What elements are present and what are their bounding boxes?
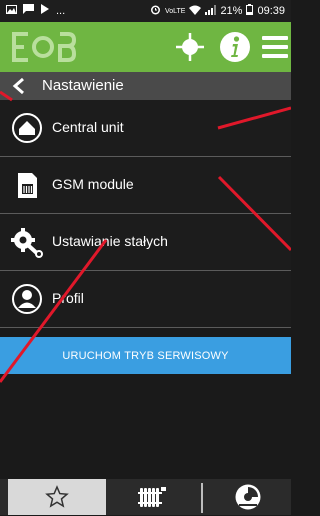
app-bar xyxy=(0,22,291,72)
tab-regulator[interactable] xyxy=(205,479,291,515)
tab-separator xyxy=(201,483,203,513)
tab-favorites[interactable] xyxy=(8,479,106,515)
back-chevron-icon[interactable] xyxy=(10,77,28,95)
dial-icon xyxy=(234,483,262,516)
title-bar: Nastawienie xyxy=(0,72,291,100)
play-icon xyxy=(40,4,50,17)
menu-item-label: Ustawianie stałych xyxy=(52,233,168,249)
radiator-icon xyxy=(138,485,168,514)
menu-item-gsm-module[interactable]: GSM module xyxy=(0,157,291,214)
home-icon xyxy=(11,112,43,144)
menu-icon[interactable] xyxy=(259,31,291,63)
bottom-nav xyxy=(0,479,291,515)
service-mode-button[interactable]: URUCHOM TRYB SERWISOWY xyxy=(0,337,291,374)
battery-percent: 21% xyxy=(220,5,243,17)
user-icon xyxy=(11,283,43,315)
signal-icon xyxy=(205,4,217,18)
notification-dots: ... xyxy=(56,4,66,17)
app-logo xyxy=(10,30,77,64)
menu-item-label: GSM module xyxy=(52,176,134,192)
alarm-icon xyxy=(150,4,161,18)
tab-heating[interactable] xyxy=(110,479,198,515)
battery-icon xyxy=(246,4,254,18)
menu-item-profil[interactable]: Profil xyxy=(0,271,291,328)
target-icon[interactable] xyxy=(174,31,206,63)
clock: 09:39 xyxy=(257,5,285,17)
menu-item-label: Central unit xyxy=(52,119,124,135)
gear-wrench-icon xyxy=(11,226,43,258)
volte-icon: VoLTE xyxy=(164,7,186,15)
menu-item-label: Profil xyxy=(52,290,84,306)
info-icon[interactable] xyxy=(219,31,251,63)
wifi-icon xyxy=(189,5,202,18)
menu-item-ustawianie-stalych[interactable]: Ustawianie stałych xyxy=(0,214,291,271)
gallery-icon xyxy=(6,4,17,17)
status-bar: ... VoLTE 21% 09:39 xyxy=(0,0,291,22)
sim-card-icon xyxy=(11,169,43,201)
star-icon xyxy=(45,485,69,514)
message-icon xyxy=(23,4,34,17)
page-title: Nastawienie xyxy=(42,77,124,94)
menu-item-central-unit[interactable]: Central unit xyxy=(0,100,291,157)
